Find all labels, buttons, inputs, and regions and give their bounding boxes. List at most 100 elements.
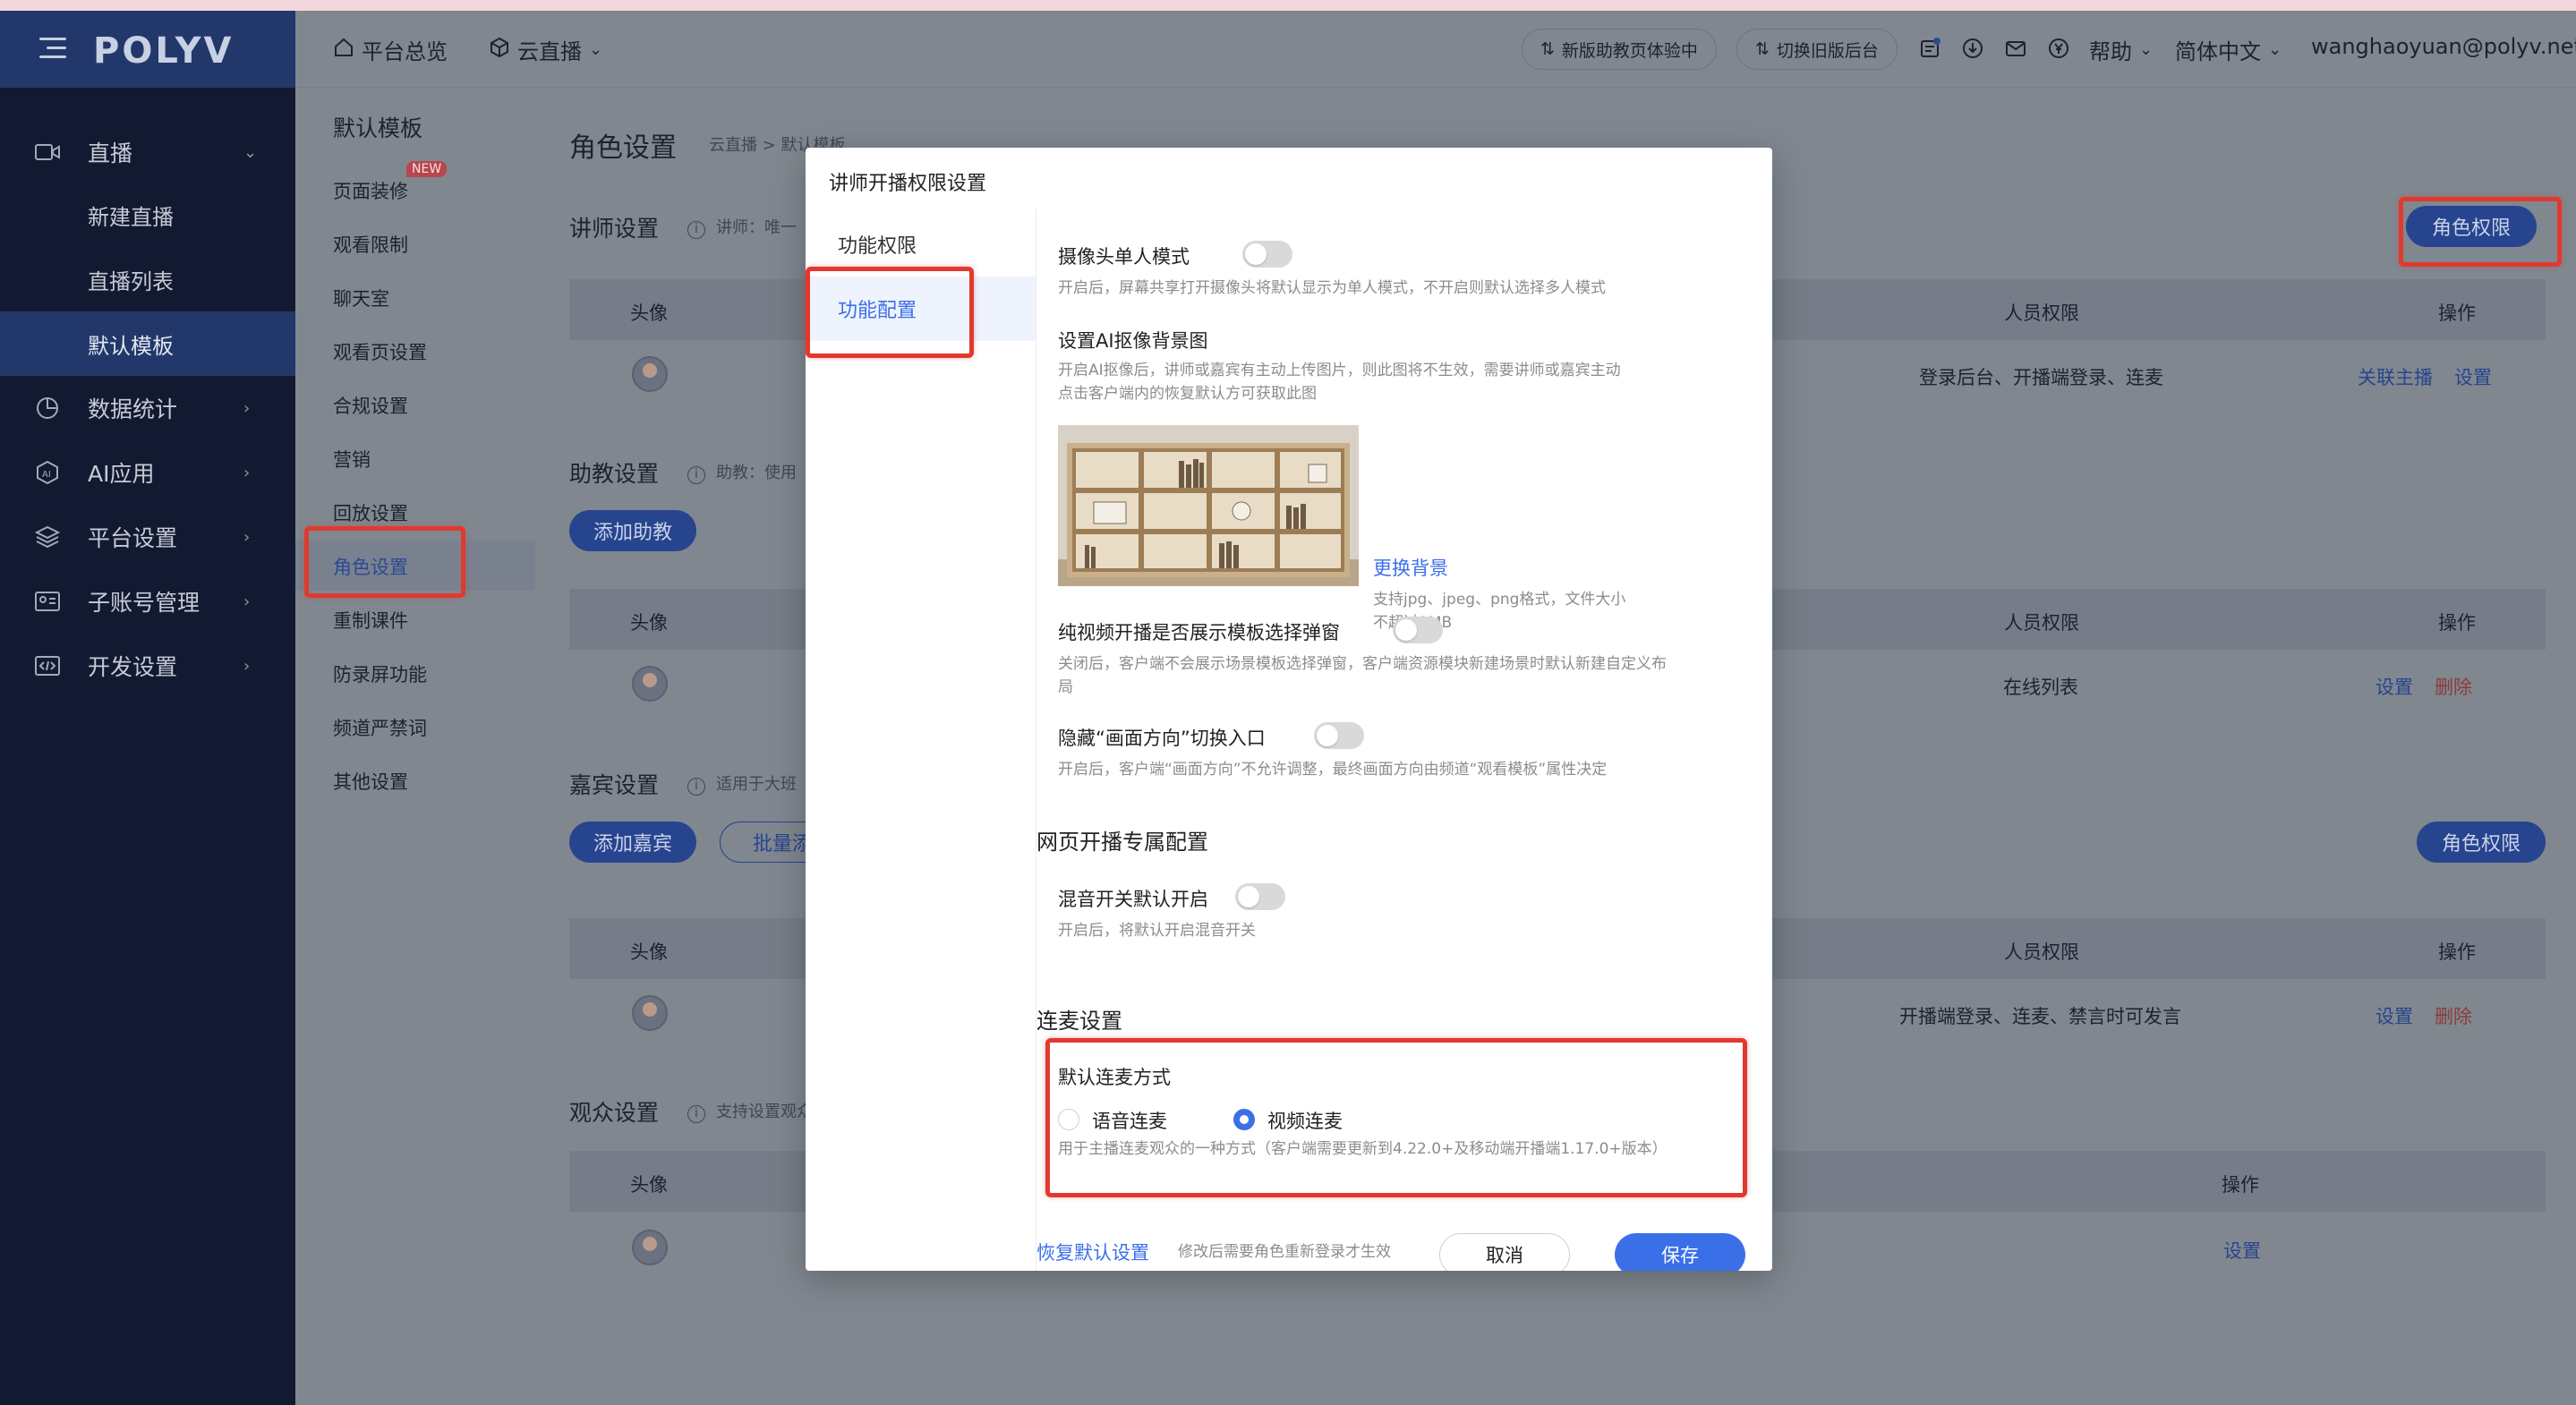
sidebar-item-stats[interactable]: 数据统计 › [0,376,295,440]
switch-old-label: 切换旧版后台 [1776,40,1879,61]
template-popup-toggle[interactable] [1393,617,1443,643]
subnav-item-view-page[interactable]: 观看页设置 [333,338,427,365]
sidebar-sub-live-list[interactable]: 直播列表 [0,247,295,311]
code-icon [34,652,61,679]
background-preview-image[interactable] [1058,425,1359,586]
subnav-item-compliance[interactable]: 合规设置 [333,392,408,419]
info-icon: i [687,466,705,484]
bg-format-hint-1: 支持jpg、jpeg、png格式，文件大小 [1373,591,1626,609]
language-label: 简体中文 [2175,39,2261,64]
hide-orientation-label: 隐藏“画面方向”切换入口 [1058,728,1266,749]
sidebar-item-live[interactable]: 直播 ⌄ [0,120,295,184]
task-icon[interactable] [1917,36,1942,61]
page-title: 角色设置 [569,132,677,164]
cancel-button[interactable]: 取消 [1439,1233,1570,1271]
id-card-icon [34,588,61,615]
chart-pie-icon [34,395,61,422]
sidebar-item-label: 开发设置 [88,654,178,680]
teacher-hint-text: 讲师：唯一 [716,218,797,237]
col-permission: 人员权限 [2004,941,2079,963]
hide-orientation-toggle[interactable] [1314,722,1364,749]
audience-section-title: 观众设置 [569,1100,660,1126]
language-select[interactable]: 简体中文 ⌄ [2175,34,2282,65]
sidebar-item-dev[interactable]: 开发设置 › [0,634,295,698]
guest-role-perm-button[interactable]: 角色权限 [2417,822,2546,863]
guest-delete-link[interactable]: 删除 [2435,1002,2472,1029]
nav-cloud-live[interactable]: 云直播 ⌄ [489,34,602,65]
guest-settings-link[interactable]: 设置 [2376,1002,2413,1029]
sidebar: POLYV 直播 ⌄ 新建直播 直播列表 默认模板 数据统计 › AI AI应用… [0,11,295,1405]
video-icon [34,139,61,166]
layers-icon [34,524,61,550]
col-actions: 操作 [2438,612,2476,634]
mix-audio-desc: 开启后，将默认开启混音开关 [1058,922,1256,940]
mix-audio-label: 混音开关默认开启 [1058,889,1208,910]
download-icon[interactable] [1960,36,1985,61]
assistant-hint: i 助教：使用 [687,460,797,484]
audience-settings-link[interactable]: 设置 [2223,1237,2261,1264]
assistant-section-title: 助教设置 [569,461,660,487]
sidebar-item-subaccount[interactable]: 子账号管理 › [0,569,295,634]
top-header: 平台总览 云直播 ⌄ ⇅ 新版助教页体验中 ⇅ 切换旧版后台 帮助 ⌄ 简体中文… [295,11,2576,88]
subnav-item-courseware[interactable]: 重制课件 [333,607,408,634]
guest-hint-text: 适用于大班 [716,775,797,794]
switch-old-pill[interactable]: ⇅ 切换旧版后台 [1736,29,1898,70]
restore-default-link[interactable]: 恢复默认设置 [1036,1239,1149,1265]
currency-icon[interactable] [2046,36,2071,61]
col-actions: 操作 [2438,941,2476,963]
sidebar-item-ai[interactable]: AI AI应用 › [0,440,295,505]
ai-icon: AI [34,459,61,486]
switch-icon: ⇅ [1755,39,1770,59]
chevron-down-icon: ⌄ [243,142,258,162]
chevron-right-icon: › [243,592,251,611]
assistant-hint-text: 助教：使用 [716,464,797,482]
sidebar-item-label: 直播 [88,140,133,166]
subnav-item-anti-record[interactable]: 防录屏功能 [333,660,427,687]
sidebar-item-label: 数据统计 [88,396,178,422]
new-assistant-pill[interactable]: ⇅ 新版助教页体验中 [1522,29,1717,70]
switch-icon: ⇅ [1540,39,1555,59]
mix-audio-toggle[interactable] [1235,883,1285,910]
nav-overview[interactable]: 平台总览 [333,34,448,65]
logo-bar: POLYV [0,11,295,88]
clipped-row [1058,209,1434,214]
account-menu[interactable]: wanghaoyuan@polyv.net ⌄ [2311,34,2576,59]
assistant-settings-link[interactable]: 设置 [2376,673,2413,700]
subnav-item-view-limit[interactable]: 观看限制 [333,231,408,258]
guest-permissions: 开播端登录、连麦、禁言时可发言 [1899,1006,2181,1027]
assistant-delete-link[interactable]: 删除 [2435,673,2472,700]
svg-text:AI: AI [42,470,51,480]
highlight-link-mode [1045,1038,1747,1197]
subnav-item-decoration[interactable]: 页面装修 NEW [333,161,448,204]
subnav-item-playback[interactable]: 回放设置 [333,499,408,526]
menu-icon[interactable] [39,38,66,59]
camera-single-toggle[interactable] [1242,241,1292,268]
guest-section-title: 嘉宾设置 [569,772,660,798]
change-background-link[interactable]: 更换背景 [1373,554,1448,581]
subnav-item-chatroom[interactable]: 聊天室 [333,285,389,311]
chevron-right-icon: › [243,527,251,547]
mail-icon[interactable] [2003,36,2028,61]
sidebar-item-label: AI应用 [88,461,155,487]
modal-title: 讲师开播权限设置 [829,173,987,195]
top-strip [0,0,2576,11]
link-anchor-link[interactable]: 关联主播 [2358,363,2433,390]
highlight-role-settings [304,526,465,598]
chevron-down-icon: ⌄ [589,40,603,59]
sidebar-item-platform[interactable]: 平台设置 › [0,505,295,569]
new-assistant-label: 新版助教页体验中 [1561,40,1698,61]
add-guest-button[interactable]: 添加嘉宾 [569,822,696,863]
sidebar-sub-new-live[interactable]: 新建直播 [0,183,295,247]
save-button[interactable]: 保存 [1615,1233,1745,1271]
subnav-item-banned-words[interactable]: 频道严禁词 [333,714,427,741]
sidebar-sub-default-template[interactable]: 默认模板 [0,311,295,376]
teacher-settings-link[interactable]: 设置 [2454,363,2492,390]
template-popup-label: 纯视频开播是否展示模板选择弹窗 [1058,622,1340,643]
subnav-item-marketing[interactable]: 营销 [333,446,371,473]
subnav-item-other[interactable]: 其他设置 [333,768,408,795]
modal-footer: 恢复默认设置 修改后需要角色重新登录才生效 取消 保存 [1036,1233,1772,1271]
audience-hint-text: 支持设置观众 [716,1103,813,1121]
add-assistant-button[interactable]: 添加助教 [569,510,696,551]
help-menu[interactable]: 帮助 ⌄ [2089,34,2153,65]
teacher-hint: i 讲师：唯一 [687,215,797,239]
